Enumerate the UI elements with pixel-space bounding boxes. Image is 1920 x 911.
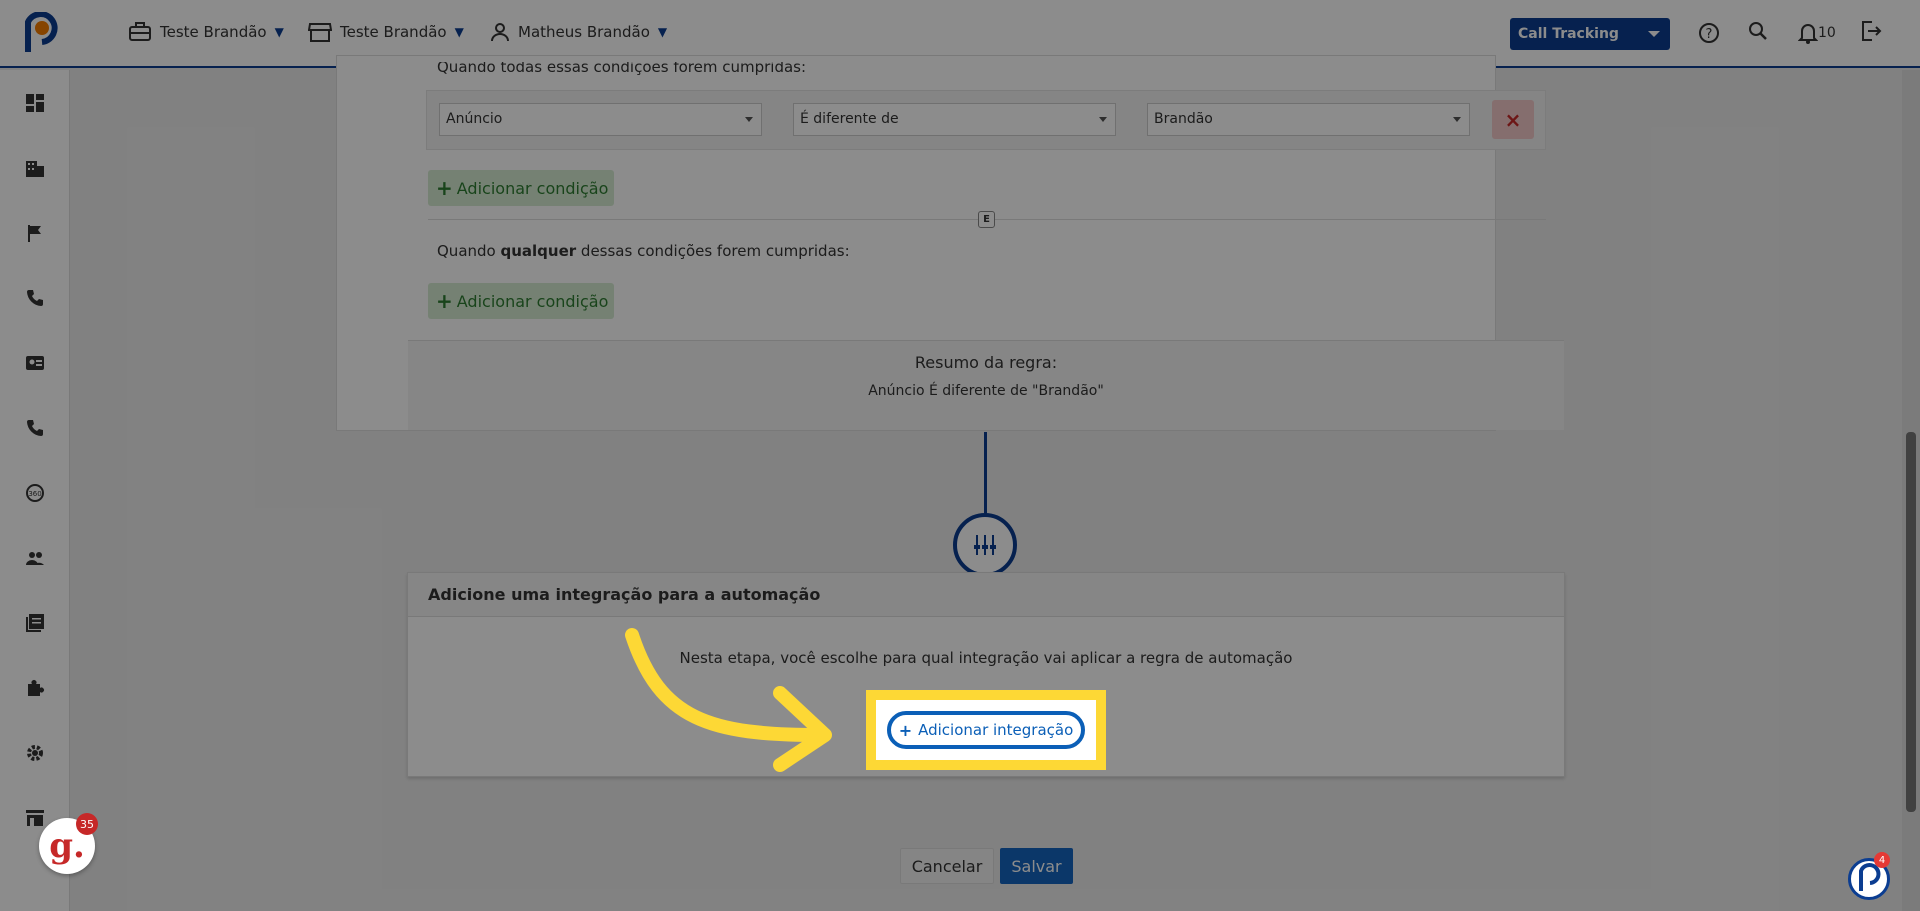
company-name: Teste Brandão — [160, 23, 267, 41]
building-icon[interactable] — [25, 158, 45, 178]
chevron-down-icon: ▼ — [274, 25, 284, 39]
user-icon — [491, 23, 509, 42]
briefcase-icon — [129, 22, 151, 41]
add-condition-label: Adicionar condição — [456, 178, 609, 198]
operator-select[interactable]: É diferente de — [793, 103, 1116, 136]
search-icon[interactable] — [1748, 21, 1768, 41]
notification-count: 10 — [1818, 25, 1836, 41]
field-select-value: Anúncio — [446, 111, 503, 127]
integration-step-icon — [953, 513, 1017, 577]
add-integration-label: Adicionar integração — [918, 721, 1074, 739]
sidebar: 360 — [0, 70, 70, 911]
users-icon[interactable] — [25, 548, 45, 568]
and-badge: E — [978, 211, 995, 228]
chevron-down-icon: ▼ — [454, 25, 464, 39]
chevron-down-icon: ▼ — [657, 25, 668, 39]
plus-icon: + — [436, 289, 453, 313]
logout-icon[interactable] — [1860, 20, 1882, 42]
company-selector[interactable]: Teste Brandão ▼ — [128, 22, 284, 42]
phone-icon[interactable] — [25, 288, 45, 308]
operator-select-value: É diferente de — [800, 111, 899, 127]
any-bold: qualquer — [500, 242, 577, 260]
integration-card-title: Adicione uma integração para a automação — [408, 573, 1564, 617]
flow-connector — [984, 432, 987, 515]
caret-down-icon — [1099, 117, 1107, 122]
flag-icon[interactable] — [25, 223, 45, 243]
user-name: Matheus Brandão — [518, 23, 650, 41]
cancel-button[interactable]: Cancelar — [900, 848, 994, 884]
value-select[interactable]: Brandão — [1147, 103, 1470, 136]
tutorial-arrow-icon — [625, 628, 832, 772]
help-icon[interactable]: ? — [1698, 22, 1720, 44]
delete-condition-button[interactable]: × — [1492, 100, 1534, 139]
product-select-value: Call Tracking — [1518, 26, 1619, 42]
plus-icon: + — [898, 720, 913, 740]
integration-description: Nesta etapa, você escolhe para qual inte… — [679, 649, 1293, 667]
user-selector[interactable]: Matheus Brandão ▼ — [490, 22, 667, 42]
sliders-icon — [974, 535, 996, 555]
store-icon[interactable] — [25, 808, 45, 828]
summary-text: Anúncio É diferente de "Brandão" — [868, 383, 1104, 399]
add-condition-label: Adicionar condição — [456, 291, 609, 311]
speed-icon[interactable]: 360 — [25, 483, 45, 503]
scrollbar-thumb[interactable] — [1906, 432, 1916, 812]
any-conditions-label: Quando qualquer dessas condições forem c… — [437, 242, 850, 260]
bell-icon[interactable] — [1798, 22, 1818, 44]
svg-text:360: 360 — [28, 490, 41, 498]
caret-down-icon — [745, 117, 753, 122]
any-suffix: dessas condições forem cumpridas: — [576, 242, 850, 260]
save-button[interactable]: Salvar — [1000, 848, 1073, 884]
summary-title: Resumo da regra: — [914, 353, 1058, 372]
plus-icon: + — [436, 176, 453, 200]
add-integration-button[interactable]: + Adicionar integração — [887, 711, 1085, 749]
gear-icon[interactable] — [25, 743, 45, 763]
g-widget-badge: 35 — [76, 813, 98, 835]
caret-down-icon — [1648, 31, 1660, 37]
app-logo[interactable] — [20, 12, 60, 56]
store-icon — [308, 23, 332, 42]
support-chat-badge: 4 — [1874, 852, 1890, 868]
any-prefix: Quando — [437, 242, 501, 260]
add-condition-button-any[interactable]: + Adicionar condição — [428, 283, 614, 319]
call-icon[interactable] — [25, 418, 45, 438]
caret-down-icon — [1453, 117, 1461, 122]
library-icon[interactable] — [25, 613, 45, 633]
add-condition-button-all[interactable]: + Adicionar condição — [428, 170, 614, 206]
store-name: Teste Brandão — [340, 23, 447, 41]
puzzle-icon[interactable] — [25, 678, 45, 698]
dashboard-icon[interactable] — [25, 93, 45, 113]
value-select-value: Brandão — [1154, 111, 1213, 127]
svg-text:?: ? — [1706, 27, 1713, 42]
store-selector[interactable]: Teste Brandão ▼ — [308, 22, 464, 42]
close-icon: × — [1504, 107, 1522, 132]
field-select[interactable]: Anúncio — [439, 103, 762, 136]
contact-card-icon[interactable] — [25, 353, 45, 373]
product-select[interactable]: Call Tracking — [1510, 18, 1670, 50]
scrollbar[interactable] — [1902, 70, 1920, 911]
